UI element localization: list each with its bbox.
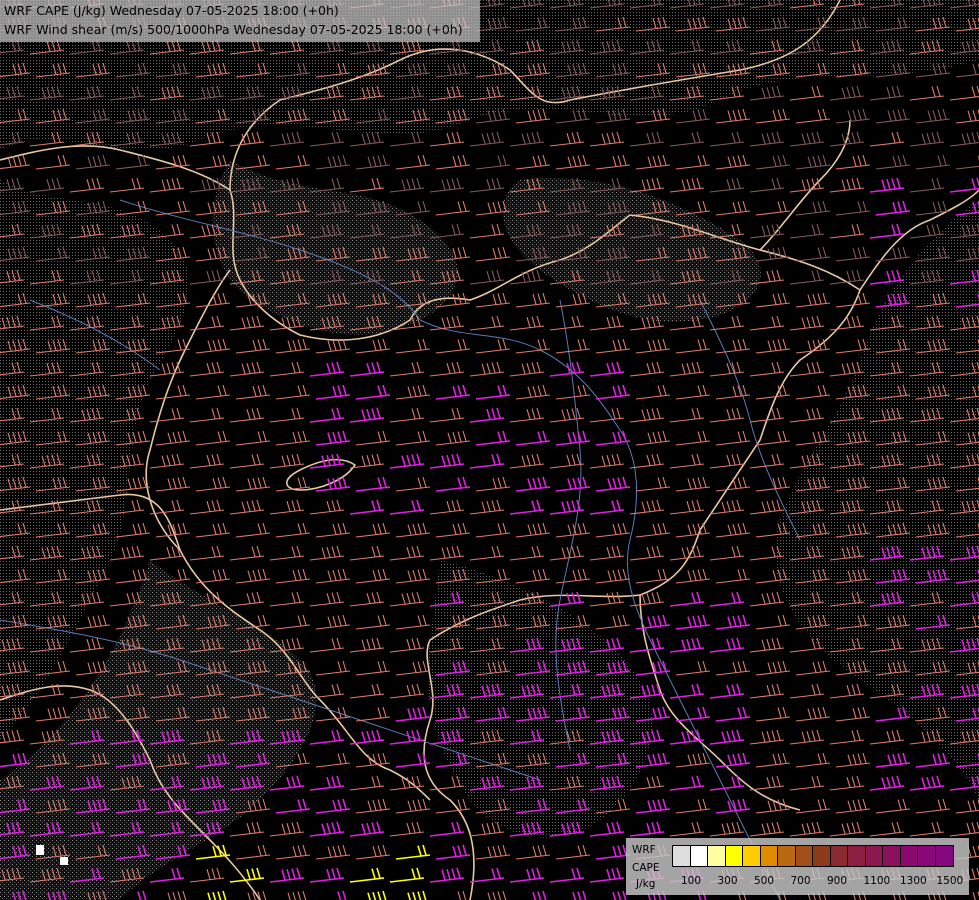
legend-tick-label: 900 <box>827 875 848 887</box>
legend-color-scale <box>672 845 954 867</box>
legend-tick-label: 300 <box>717 875 738 887</box>
legend-swatch <box>900 846 918 866</box>
legend-swatch <box>918 846 936 866</box>
legend-tick-label: 1100 <box>863 875 891 887</box>
wind-shear-title: WRF Wind shear (m/s) 500/1000hPa Wednesd… <box>4 22 463 37</box>
legend-swatch <box>725 846 743 866</box>
legend-swatch <box>708 846 726 866</box>
legend-swatch <box>795 846 813 866</box>
title-panel: WRF CAPE (J/kg) Wednesday 07-05-2025 18:… <box>0 0 480 42</box>
legend-swatch <box>865 846 883 866</box>
legend-model-label: WRF <box>632 844 656 856</box>
legend-swatch <box>673 846 691 866</box>
cape-legend: WRF CAPE J/kg 100 300 500 700 900 1100 1300 150… <box>626 838 969 895</box>
legend-tick-label: 100 <box>681 875 702 887</box>
legend-swatch <box>830 846 848 866</box>
legend-field-label: CAPE <box>632 862 660 874</box>
legend-swatch <box>690 846 708 866</box>
cape-wind-shear-map <box>0 0 979 900</box>
legend-tick-label: 1300 <box>900 875 927 887</box>
legend-swatch <box>778 846 796 866</box>
legend-swatch <box>760 846 778 866</box>
legend-tick-label: 700 <box>790 875 811 887</box>
legend-tick-label: 500 <box>754 875 775 887</box>
legend-unit-label: J/kg <box>636 878 656 890</box>
legend-swatch <box>848 846 866 866</box>
legend-swatch <box>743 846 761 866</box>
legend-tick-label: 1500 <box>936 875 964 887</box>
legend-swatch <box>935 846 953 866</box>
legend-swatch <box>813 846 831 866</box>
legend-swatch <box>883 846 901 866</box>
cape-title: WRF CAPE (J/kg) Wednesday 07-05-2025 18:… <box>4 3 339 18</box>
